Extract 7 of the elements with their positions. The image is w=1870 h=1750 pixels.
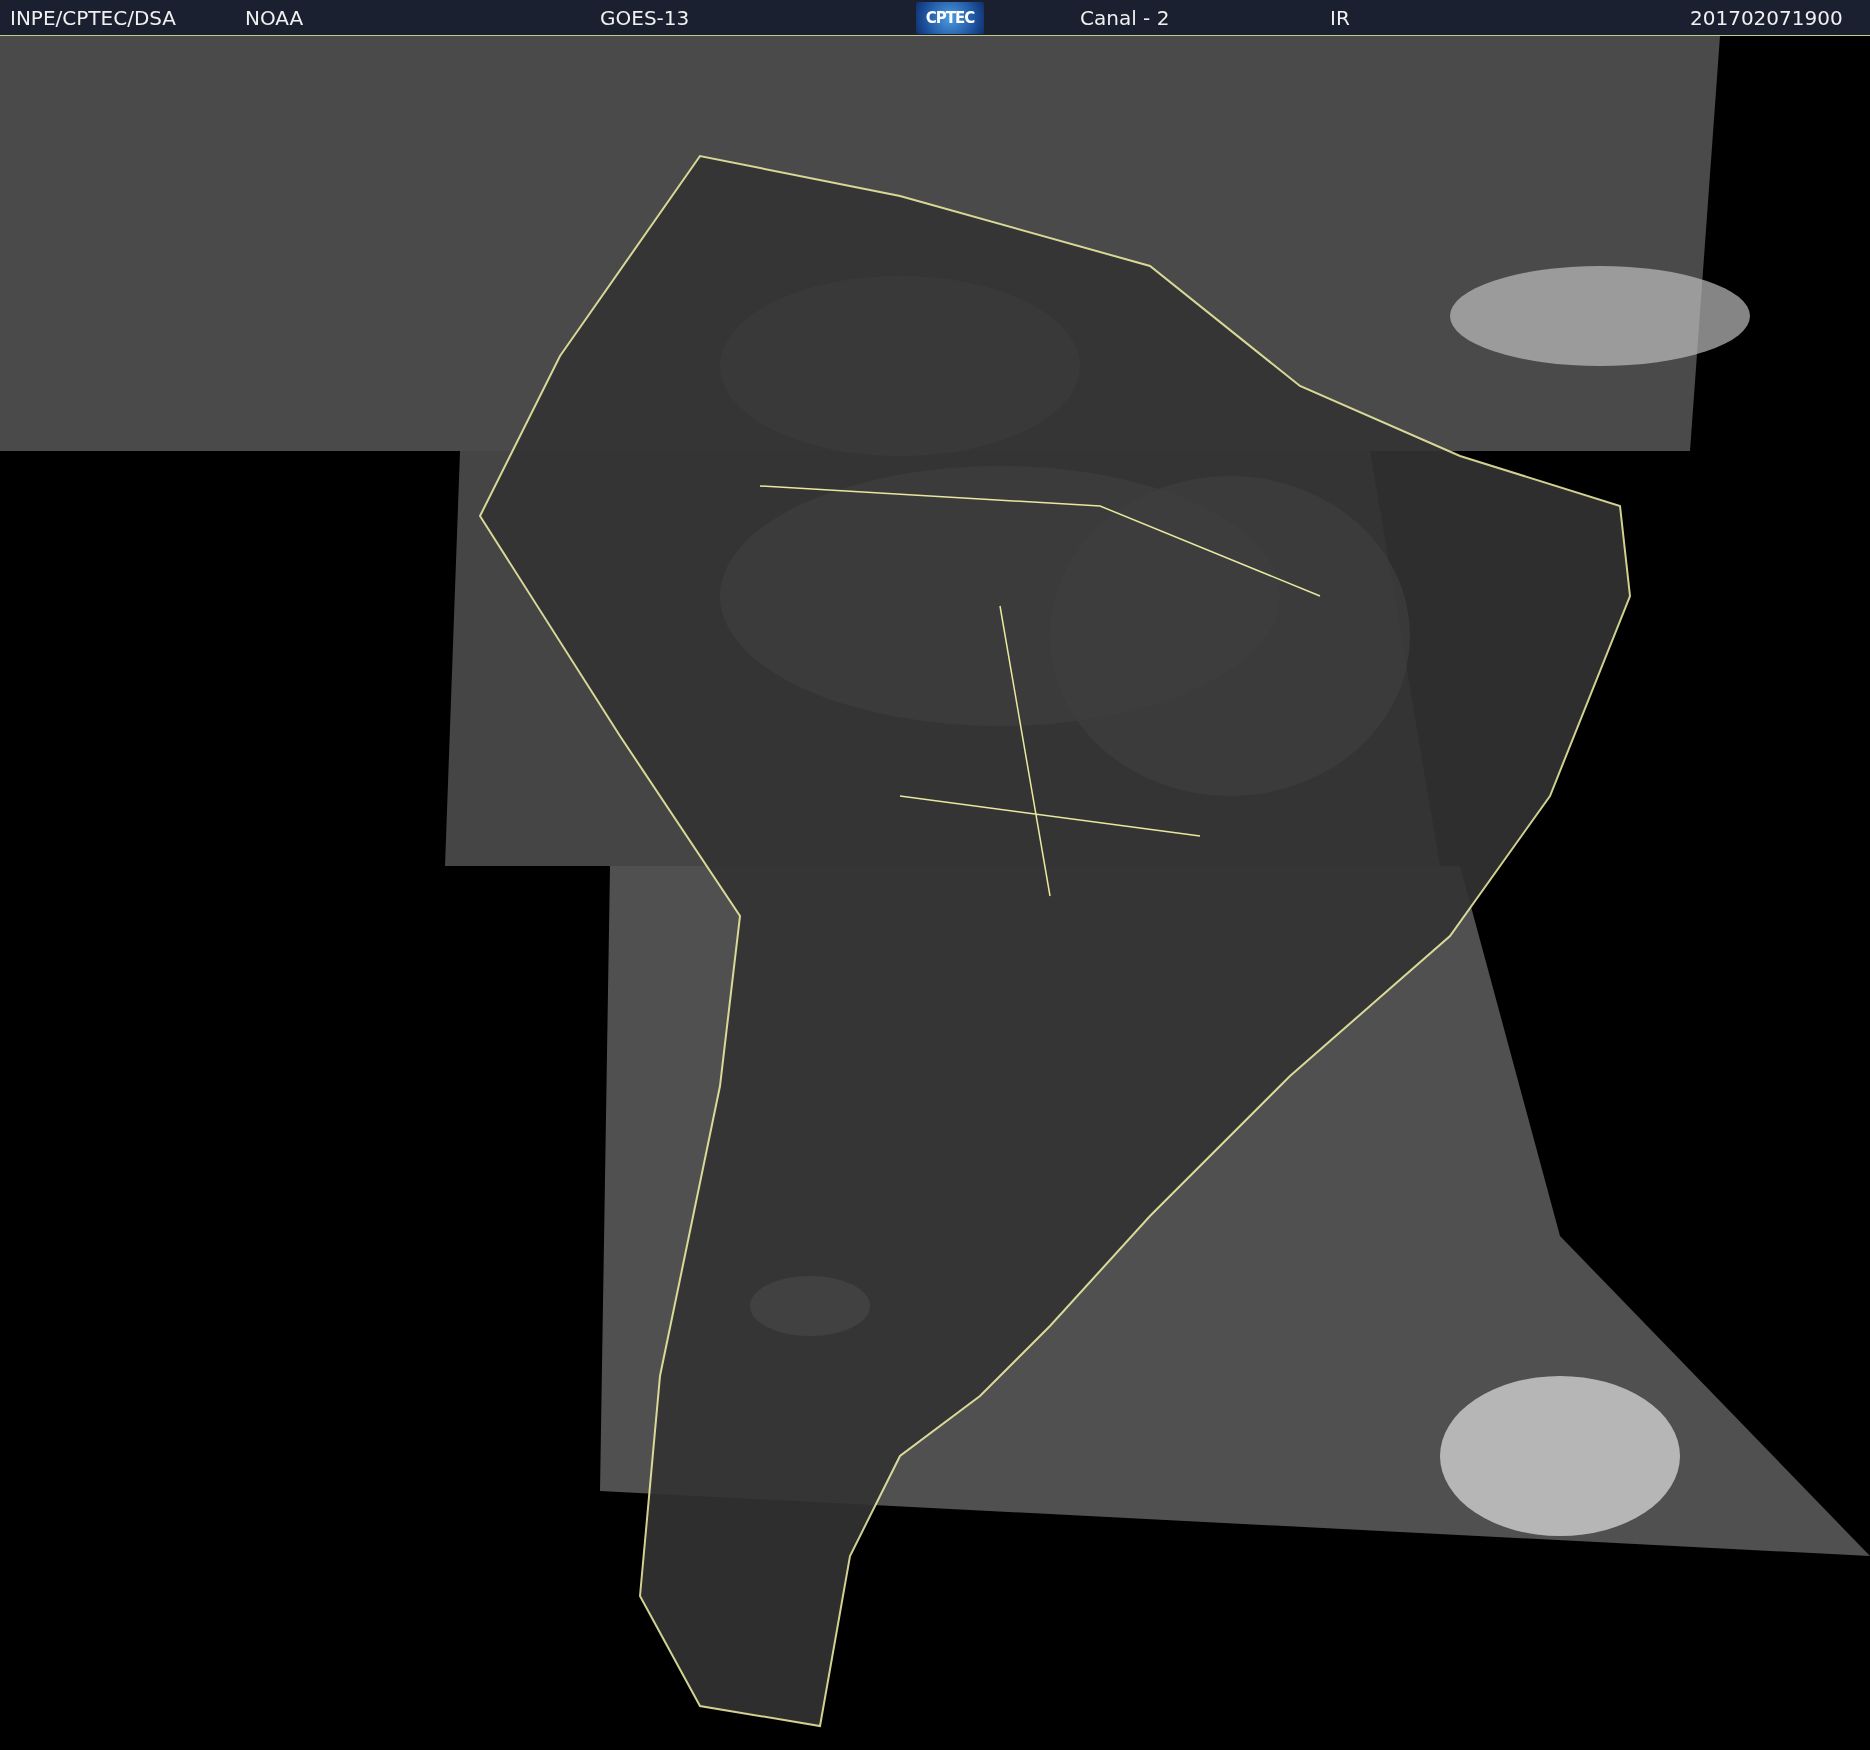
header-label: GOES-13: [600, 5, 690, 30]
header-label: Canal - 2: [1080, 5, 1170, 30]
header-label: IR: [1330, 5, 1350, 30]
header-label: NOAA: [245, 5, 304, 30]
logo: CPTEC: [916, 1, 984, 34]
header-label: INPE/CPTEC/DSA: [10, 5, 177, 30]
header-label: 201702071900: [1690, 5, 1843, 30]
